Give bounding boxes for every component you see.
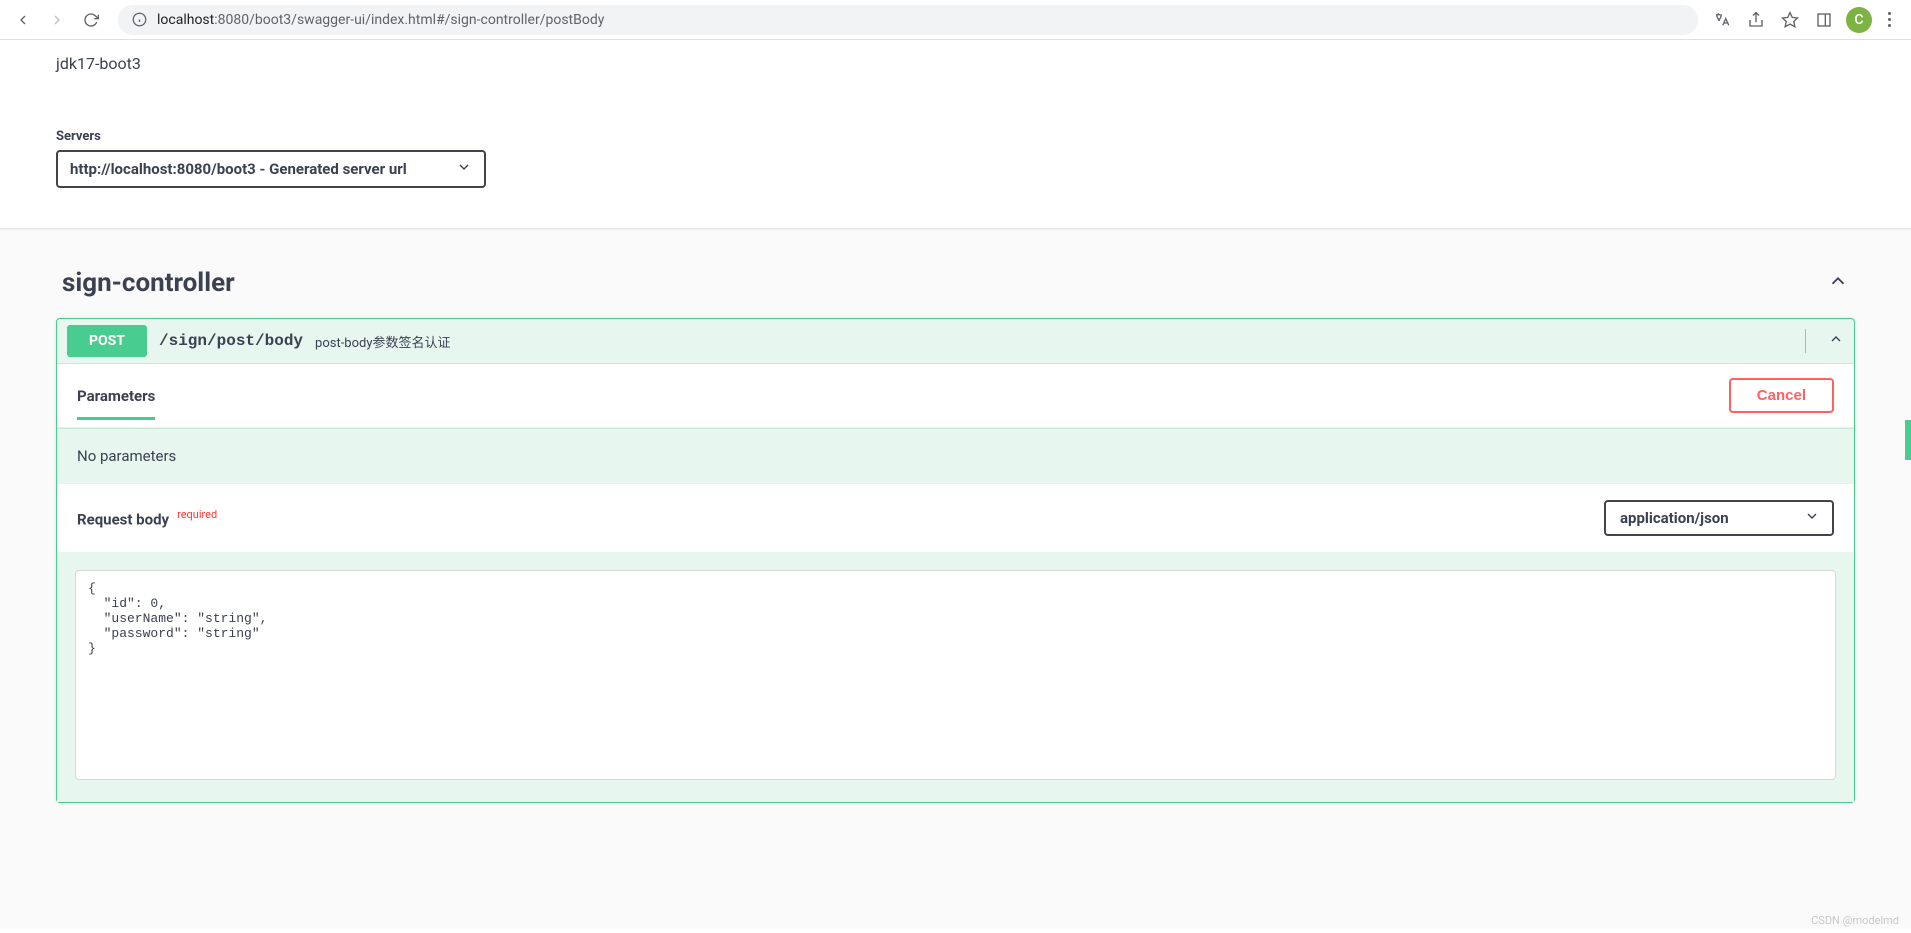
tag-name: sign-controller bbox=[62, 268, 235, 298]
reload-button[interactable] bbox=[76, 5, 106, 35]
parameters-section: Parameters Cancel bbox=[57, 363, 1854, 428]
back-button[interactable] bbox=[8, 5, 38, 35]
scroll-indicator bbox=[1905, 420, 1911, 460]
chevron-down-icon bbox=[1804, 508, 1820, 528]
chevron-down-icon bbox=[456, 159, 472, 179]
content-type-value: application/json bbox=[1620, 509, 1729, 527]
chevron-up-icon bbox=[1828, 331, 1844, 351]
request-body-header: Request body required application/json bbox=[57, 483, 1854, 552]
request-body-heading: Request body bbox=[77, 510, 169, 528]
watermark-text: CSDN @modelmd bbox=[1811, 914, 1899, 927]
api-title: jdk17-boot3 bbox=[56, 54, 1855, 73]
translate-icon[interactable] bbox=[1710, 8, 1734, 32]
operation-summary[interactable]: POST /sign/post/body post-body参数签名认证 bbox=[57, 319, 1854, 363]
cancel-button[interactable]: Cancel bbox=[1729, 378, 1834, 413]
operation-path: /sign/post/body bbox=[159, 332, 303, 350]
required-label: required bbox=[177, 508, 217, 521]
browser-toolbar: localhost:8080/boot3/swagger-ui/index.ht… bbox=[0, 0, 1911, 40]
no-parameters-text: No parameters bbox=[57, 428, 1854, 483]
operation-description: post-body参数签名认证 bbox=[315, 332, 450, 351]
servers-label: Servers bbox=[56, 129, 1855, 144]
tag-header[interactable]: sign-controller bbox=[56, 254, 1855, 312]
request-body-textarea[interactable] bbox=[75, 570, 1836, 780]
http-method-badge: POST bbox=[67, 325, 147, 357]
bookmark-star-icon[interactable] bbox=[1778, 8, 1802, 32]
swagger-header: jdk17-boot3 Servers http://localhost:808… bbox=[0, 40, 1911, 229]
operation-block: POST /sign/post/body post-body参数签名认证 Par… bbox=[56, 318, 1855, 803]
profile-avatar[interactable]: C bbox=[1846, 7, 1872, 33]
parameters-heading: Parameters bbox=[77, 387, 155, 420]
server-selected-value: http://localhost:8080/boot3 - Generated … bbox=[70, 160, 407, 178]
panel-icon[interactable] bbox=[1812, 8, 1836, 32]
kebab-menu-icon[interactable] bbox=[1882, 12, 1897, 27]
url-text: localhost:8080/boot3/swagger-ui/index.ht… bbox=[157, 12, 604, 28]
chevron-up-icon bbox=[1827, 270, 1849, 296]
content-type-select[interactable]: application/json bbox=[1604, 500, 1834, 536]
info-icon bbox=[132, 12, 147, 27]
avatar-letter: C bbox=[1854, 12, 1863, 28]
address-bar[interactable]: localhost:8080/boot3/swagger-ui/index.ht… bbox=[118, 5, 1698, 35]
main-content: sign-controller POST /sign/post/body pos… bbox=[0, 229, 1911, 929]
forward-button[interactable] bbox=[42, 5, 72, 35]
share-icon[interactable] bbox=[1744, 8, 1768, 32]
server-select[interactable]: http://localhost:8080/boot3 - Generated … bbox=[56, 150, 486, 188]
request-body-area bbox=[57, 552, 1854, 802]
